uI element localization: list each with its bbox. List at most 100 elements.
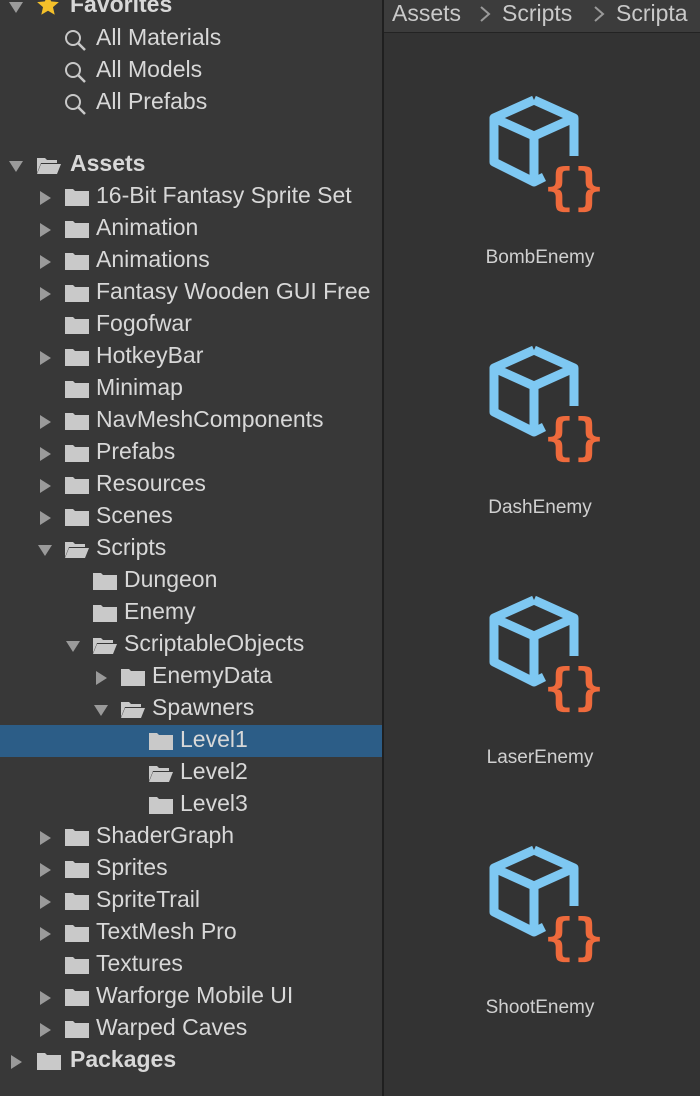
chevron-right-icon[interactable] [37,1022,53,1038]
tree-row-textmesh-pro[interactable]: TextMesh Pro [0,917,382,949]
tree-row-level3[interactable]: Level3 [0,789,382,821]
folder-icon [65,1021,89,1038]
folder-label: TextMesh Pro [96,918,237,944]
folder-label: Sprites [96,854,168,880]
chevron-down-icon[interactable] [65,638,81,654]
chevron-right-icon[interactable] [37,190,53,206]
chevron-right-icon[interactable] [37,830,53,846]
packages-root-label: Packages [70,1046,177,1072]
chevron-right-icon[interactable] [37,286,53,302]
breadcrumb-item[interactable]: Scripta [616,0,688,28]
folder-icon [65,381,89,398]
folder-label: Spawners [152,694,255,720]
tree-row-minimap[interactable]: Minimap [0,373,382,405]
star-icon [37,0,59,15]
folder-label: Level2 [180,758,248,784]
script-icon: {} [489,845,604,966]
tree-row-shadergraph[interactable]: ShaderGraph [0,821,382,853]
chevron-right-icon[interactable] [37,254,53,270]
folder-open-icon [121,702,145,718]
script-icon: {} [489,345,604,466]
chevron-right-icon[interactable] [37,478,53,494]
tree-row-spawners[interactable]: Spawners [0,693,382,725]
tree-row-enemydata[interactable]: EnemyData [0,661,382,693]
favorite-item-all-models[interactable]: All Models [0,55,382,87]
chevron-right-icon[interactable] [37,350,53,366]
folder-icon [65,989,89,1006]
folder-icon [65,477,89,494]
tree-row-level1[interactable]: Level1 [0,725,382,757]
folder-icon [93,605,117,622]
folder-label: Enemy [124,598,196,624]
chevron-right-icon[interactable] [37,446,53,462]
tree-row-assets[interactable]: Assets [0,149,382,181]
chevron-right-icon[interactable] [37,222,53,238]
chevron-down-icon[interactable] [8,158,24,174]
tree-row-warped-caves[interactable]: Warped Caves [0,1013,382,1045]
asset-tile-shootenemy[interactable]: {} ShootEnemy [384,842,700,1092]
script-icon: {} [489,595,604,716]
chevron-right-icon[interactable] [37,862,53,878]
tree-row-textures[interactable]: Textures [0,949,382,981]
tree-row-resources[interactable]: Resources [0,469,382,501]
tree-row-spritetrail[interactable]: SpriteTrail [0,885,382,917]
tree-row-navmeshcomponents[interactable]: NavMeshComponents [0,405,382,437]
favorite-item-label: All Models [96,56,203,82]
svg-text:{}: {} [544,408,604,466]
chevron-right-icon[interactable] [37,510,53,526]
chevron-down-icon[interactable] [93,702,109,718]
asset-tile-laserenemy[interactable]: {} LaserEnemy [384,592,700,842]
favorite-item-label: All Prefabs [96,88,208,114]
svg-text:{}: {} [544,908,604,966]
asset-name: BombEnemy [485,247,595,268]
tree-row-warforge-mobile-ui[interactable]: Warforge Mobile UI [0,981,382,1013]
tree-row-prefabs[interactable]: Prefabs [0,437,382,469]
tree-row-fogofwar[interactable]: Fogofwar [0,309,382,341]
folder-icon [121,669,145,686]
svg-text:{}: {} [544,158,604,216]
folder-icon [65,413,89,430]
chevron-right-icon[interactable] [37,414,53,430]
chevron-right-icon[interactable] [8,1054,24,1070]
tree-row-hotkeybar[interactable]: HotkeyBar [0,341,382,373]
chevron-right-icon[interactable] [93,670,109,686]
chevron-down-icon[interactable] [8,0,24,15]
asset-tile-dashenemy[interactable]: {} DashEnemy [384,342,700,592]
folder-icon [65,317,89,334]
tree-row-packages[interactable]: Packages [0,1045,382,1077]
tree-row-animation[interactable]: Animation [0,213,382,245]
search-icon [65,62,86,83]
tree-row-level2[interactable]: Level2 [0,757,382,789]
folder-label: Level3 [180,790,248,816]
script-icon: {} [489,95,604,216]
chevron-right-icon[interactable] [37,926,53,942]
tree-row-animations[interactable]: Animations [0,245,382,277]
tree-row-sprites[interactable]: Sprites [0,853,382,885]
folder-icon [65,893,89,910]
tree-row-dungeon[interactable]: Dungeon [0,565,382,597]
assets-root-label: Assets [70,150,146,176]
tree-row-enemy[interactable]: Enemy [0,597,382,629]
tree-row-scenes[interactable]: Scenes [0,501,382,533]
folder-icon [93,573,117,590]
folder-label: Level1 [180,726,248,752]
folder-label: Fogofwar [96,310,192,336]
chevron-right-icon[interactable] [37,894,53,910]
folder-label: Prefabs [96,438,176,464]
tree-row-favorites[interactable]: Favorites [0,0,382,22]
folder-open-icon [93,638,117,654]
chevron-down-icon[interactable] [37,542,53,558]
favorite-item-all-materials[interactable]: All Materials [0,23,382,55]
asset-name: LaserEnemy [486,747,594,768]
breadcrumb-item[interactable]: Scripts [502,0,572,28]
asset-tile-bombenemy[interactable]: {} BombEnemy [384,92,700,342]
tree-row-fantasy-wooden-gui-free[interactable]: Fantasy Wooden GUI Free [0,277,382,309]
tree-row-16-bit-fantasy-sprite-set[interactable]: 16-Bit Fantasy Sprite Set [0,181,382,213]
favorite-item-all-prefabs[interactable]: All Prefabs [0,87,382,119]
folder-icon [65,509,89,526]
folder-icon [37,1053,61,1070]
tree-row-scriptableobjects[interactable]: ScriptableObjects [0,629,382,661]
breadcrumb-item[interactable]: Assets [392,0,461,28]
chevron-right-icon[interactable] [37,990,53,1006]
tree-row-scripts[interactable]: Scripts [0,533,382,565]
